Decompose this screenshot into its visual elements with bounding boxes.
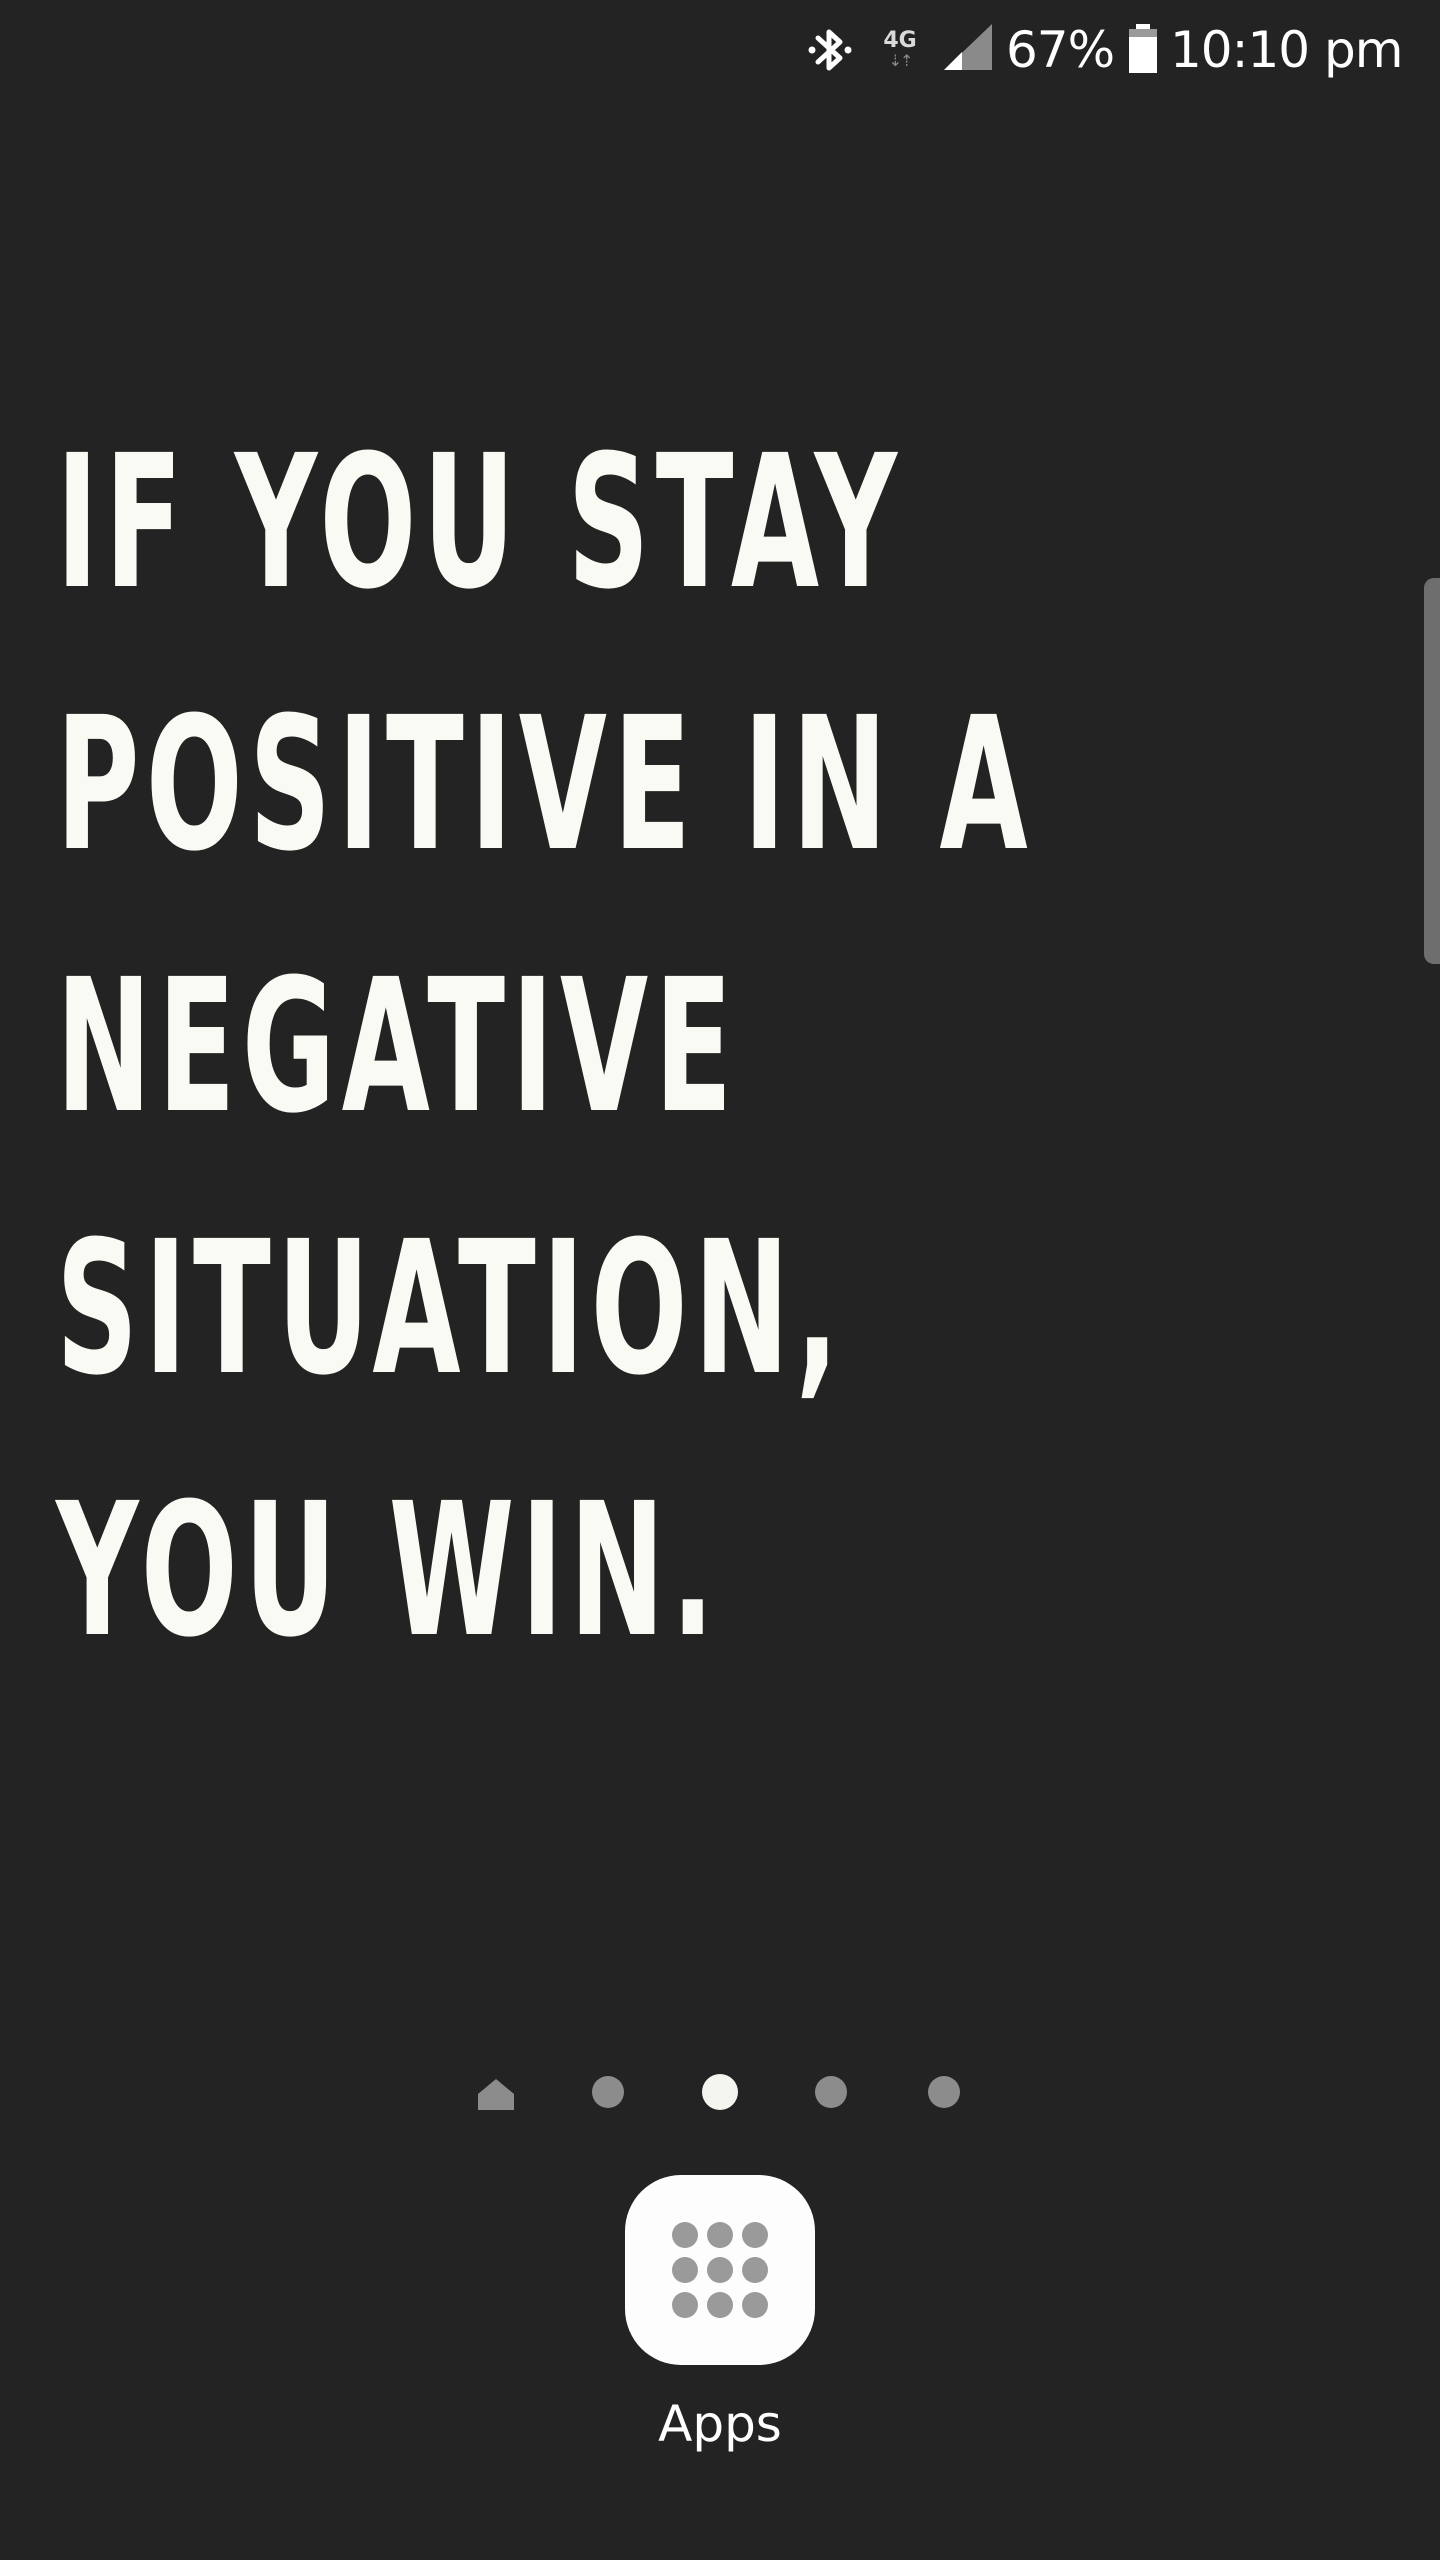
network-type-label: 4G <box>883 28 917 53</box>
wallpaper-quote: IF YOU STAY POSITIVE IN A NEGATIVE SITUA… <box>56 392 1034 1702</box>
status-clock: 10:10 pm <box>1170 21 1403 79</box>
bluetooth-icon <box>800 0 860 100</box>
apps-label[interactable]: Apps <box>570 2395 870 2453</box>
apps-button[interactable] <box>625 2175 815 2365</box>
page-dot-3[interactable] <box>815 2076 847 2108</box>
quote-line: POSITIVE IN A <box>56 678 1034 892</box>
quote-line: NEGATIVE <box>56 940 739 1154</box>
battery-icon <box>1126 0 1160 100</box>
quote-line: SITUATION, <box>56 1202 846 1416</box>
data-activity-icon: ⇣⇡ <box>888 51 914 70</box>
edge-panel-handle[interactable] <box>1424 578 1440 964</box>
page-dot-1[interactable] <box>592 2076 624 2108</box>
network-type-indicator: 4G ⇣⇡ <box>876 0 924 100</box>
home-page-icon[interactable] <box>476 2076 514 2110</box>
quote-line: IF YOU STAY <box>56 416 904 630</box>
signal-bars-icon <box>938 0 994 100</box>
page-indicator[interactable] <box>0 2072 1440 2112</box>
page-dot-2-active[interactable] <box>702 2074 738 2110</box>
page-dot-4[interactable] <box>928 2076 960 2108</box>
status-bar[interactable]: 4G ⇣⇡ 67% 10:10 pm <box>0 0 1440 100</box>
quote-line: YOU WIN. <box>56 1464 721 1678</box>
battery-percent: 67% <box>1006 21 1115 79</box>
